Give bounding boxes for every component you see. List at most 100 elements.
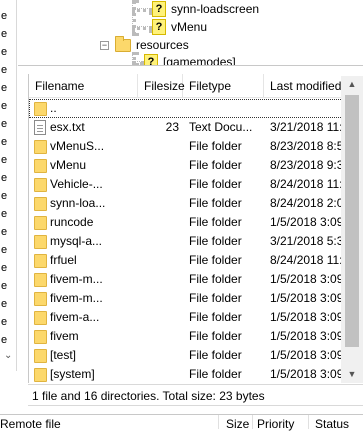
tree-item-label: synn-loadscreen: [171, 2, 260, 16]
question-icon: ?: [152, 1, 166, 17]
folder-icon: [34, 178, 47, 192]
scroll-up-arrow-icon[interactable]: ▲: [341, 76, 363, 93]
folder-icon: [34, 159, 47, 173]
queue-column-size[interactable]: Size: [226, 417, 249, 431]
collapse-expander-icon[interactable]: −: [100, 40, 109, 50]
tree-item-label: [gamemodes]: [163, 55, 236, 66]
cell-filename: [test]: [50, 348, 77, 362]
gutter-char: e: [1, 262, 8, 274]
cell-filename: ..: [50, 101, 57, 115]
cell-filename: fivem-m...: [50, 272, 103, 286]
folder-icon: [115, 35, 131, 52]
table-row[interactable]: runcode File folder 1/5/2018 3:09:2...: [29, 213, 345, 232]
folder-icon: [34, 330, 47, 344]
cell-filename: frfuel: [50, 253, 77, 267]
cell-filesize: [138, 346, 179, 365]
table-row[interactable]: fivem-m... File folder 1/5/2018 3:09:2...: [29, 270, 345, 289]
remote-directory-tree[interactable]: ? synn-loadscreen ? vMenu − resources ? …: [18, 0, 363, 66]
gutter-char: e: [1, 82, 8, 94]
table-row[interactable]: fivem-m... File folder 1/5/2018 3:09:2...: [29, 289, 345, 308]
table-row[interactable]: Vehicle-... File folder 8/24/2018 11:2...: [29, 175, 345, 194]
question-icon: ?: [144, 54, 158, 65]
question-icon: ?: [152, 19, 166, 35]
gutter-char: e: [1, 298, 8, 310]
column-header-filetype[interactable]: Filetype: [183, 74, 264, 98]
gutter-char: e: [1, 190, 8, 202]
folder-icon: [34, 216, 47, 230]
cell-last-modified: 1/5/2018 3:09:2...: [270, 329, 345, 343]
cell-filetype: File folder: [189, 348, 242, 362]
queue-column-priority[interactable]: Priority: [257, 417, 294, 431]
table-row[interactable]: synn-loa... File folder 8/24/2018 2:01:...: [29, 194, 345, 213]
file-list-scrollbar[interactable]: ▲ ▼: [341, 76, 363, 383]
gutter-char: e: [1, 46, 8, 58]
folder-icon: [34, 102, 47, 116]
table-row[interactable]: [test] File folder 1/5/2018 3:09:2...: [29, 346, 345, 365]
tree-guide-line: [132, 26, 152, 30]
cell-last-modified: 1/5/2018 3:09:2...: [270, 367, 345, 381]
cell-last-modified: 8/24/2018 2:01:...: [270, 196, 345, 210]
chevron-down-icon[interactable]: ⌄: [4, 350, 12, 361]
table-row[interactable]: ..: [29, 99, 345, 118]
tree-item-label: resources: [136, 38, 189, 52]
status-text: 1 file and 16 directories. Total size: 2…: [32, 389, 265, 403]
gutter-char: e: [1, 154, 8, 166]
tree-item-vmenu[interactable]: ? vMenu: [152, 18, 207, 36]
cell-filetype: File folder: [189, 215, 242, 229]
folder-icon: [34, 254, 47, 268]
cell-filename: fivem: [50, 329, 79, 343]
gutter-char: e: [1, 10, 8, 22]
table-row[interactable]: fivem-a... File folder 1/5/2018 3:09:2...: [29, 308, 345, 327]
cell-filetype: File folder: [189, 367, 242, 381]
table-row[interactable]: esx.txt 23 Text Docu... 3/21/2018 11:0...: [29, 118, 345, 137]
tree-item-gamemodes[interactable]: ? [gamemodes]: [144, 53, 236, 66]
tree-item-synn-loadscreen[interactable]: ? synn-loadscreen: [152, 0, 259, 18]
gutter-char: e: [1, 64, 8, 76]
cell-filesize: 23: [165, 120, 179, 134]
cell-filename: mysql-a...: [50, 234, 103, 248]
cell-filesize: [138, 365, 179, 384]
cell-last-modified: 8/24/2018 11:2...: [270, 177, 345, 191]
cell-filetype: File folder: [189, 196, 242, 210]
cell-filename: synn-loa...: [50, 196, 106, 210]
cell-filetype: File folder: [189, 291, 242, 305]
table-row[interactable]: frfuel File folder 8/24/2018 11:3...: [29, 251, 345, 270]
cell-filename: fivem-a...: [50, 310, 100, 324]
tree-item-resources[interactable]: − resources: [100, 35, 189, 54]
cell-filename: vMenuS...: [50, 139, 105, 153]
queue-column-status[interactable]: Status: [315, 417, 349, 431]
cell-filetype: File folder: [189, 329, 242, 343]
table-row[interactable]: mysql-a... File folder 3/21/2018 5:30:...: [29, 232, 345, 251]
table-row[interactable]: fivem File folder 1/5/2018 3:09:2...: [29, 327, 345, 346]
gutter-char: e: [1, 244, 8, 256]
cell-last-modified: 1/5/2018 3:09:2...: [270, 215, 345, 229]
column-header-filename[interactable]: Filename: [29, 74, 138, 98]
cell-filetype: File folder: [189, 177, 242, 191]
cell-filename: [system]: [50, 367, 95, 381]
cell-last-modified: [270, 99, 345, 118]
cell-filename: fivem-m...: [50, 291, 103, 305]
column-header-filesize[interactable]: Filesize: [138, 74, 185, 98]
cell-filetype: [189, 99, 262, 118]
table-row[interactable]: [system] File folder 1/5/2018 3:09:2...: [29, 365, 345, 384]
table-row[interactable]: vMenu File folder 8/23/2018 9:38:...: [29, 156, 345, 175]
gutter-char: e: [1, 280, 8, 292]
table-row[interactable]: vMenuS... File folder 8/23/2018 8:50:...: [29, 137, 345, 156]
status-bar: 1 file and 16 directories. Total size: 2…: [28, 384, 363, 406]
cell-last-modified: 1/5/2018 3:09:2...: [270, 348, 345, 362]
remote-file-list[interactable]: Filename Filesize Filetype Last modified…: [28, 74, 363, 383]
folder-icon: [34, 140, 47, 154]
folder-icon: [34, 235, 47, 249]
text-file-icon: [34, 120, 46, 135]
gutter-char: e: [1, 316, 8, 328]
folder-icon: [34, 349, 47, 363]
tree-item-label: vMenu: [171, 20, 208, 34]
queue-column-remote-file[interactable]: Remote file: [0, 417, 61, 431]
cell-filesize: [138, 175, 179, 194]
scroll-down-arrow-icon[interactable]: ▼: [341, 366, 363, 383]
cell-filetype: File folder: [189, 234, 242, 248]
cell-last-modified: 8/23/2018 8:50:...: [270, 139, 345, 153]
file-list-header: Filename Filesize Filetype Last modified: [29, 74, 363, 98]
folder-icon: [34, 273, 47, 287]
scrollbar-thumb[interactable]: [345, 95, 359, 347]
